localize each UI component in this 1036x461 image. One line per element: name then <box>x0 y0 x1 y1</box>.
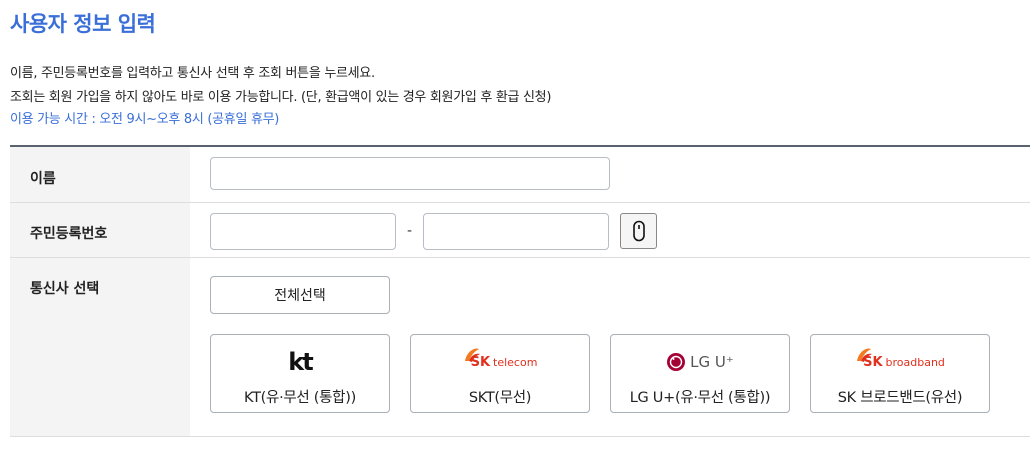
carrier-skbroadband-button[interactable]: SK broadband SK 브로드밴드(유선) <box>810 334 990 413</box>
instruction-line-2: 조회는 회원 가입을 하지 않아도 바로 이용 가능합니다. (단, 환급액이 … <box>10 90 552 105</box>
rrn-label: 주민등록번호 <box>10 203 190 257</box>
carrier-lguplus-label: LG U+(유·무선 (통합)) <box>629 390 771 406</box>
rrn-row: 주민등록번호 - <box>10 203 1030 258</box>
user-info-form: 이름 주민등록번호 - 통신사 선택 전체선택 kt KT(유·무선 (통합)) <box>10 145 1030 437</box>
keypad-icon <box>632 220 645 242</box>
carrier-kt-button[interactable]: kt KT(유·무선 (통합)) <box>210 334 390 413</box>
service-hours: 이용 가능 시간 : 오전 9시~오후 8시 (공휴일 휴무) <box>10 112 280 127</box>
carrier-skbroadband-label: SK 브로드밴드(유선) <box>837 390 963 406</box>
name-label: 이름 <box>10 147 190 202</box>
instruction-line-1: 이름, 주민등록번호를 입력하고 통신사 선택 후 조회 버튼을 누르세요. <box>10 66 375 81</box>
carrier-kt-label: KT(유·무선 (통합)) <box>244 390 356 406</box>
name-row: 이름 <box>10 147 1030 203</box>
carrier-skt-button[interactable]: SK telecom SKT(무선) <box>410 334 590 413</box>
skt-logo-icon: SK telecom <box>463 346 537 378</box>
sk-broadband-logo-icon: SK broadband <box>855 346 945 378</box>
select-all-button[interactable]: 전체선택 <box>210 276 390 314</box>
secure-keypad-button[interactable] <box>620 213 657 249</box>
carrier-label: 통신사 선택 <box>10 258 190 436</box>
rrn-back-input[interactable] <box>423 213 609 250</box>
carrier-row: 통신사 선택 전체선택 kt KT(유·무선 (통합)) SK telecom … <box>10 258 1030 436</box>
kt-logo-icon: kt <box>288 348 313 376</box>
lg-uplus-logo-icon: LG U⁺ <box>666 346 734 378</box>
name-input[interactable] <box>210 157 610 190</box>
rrn-separator: - <box>407 223 413 239</box>
carrier-lguplus-button[interactable]: LG U⁺ LG U+(유·무선 (통합)) <box>610 334 790 413</box>
rrn-front-input[interactable] <box>210 213 396 250</box>
page-title: 사용자 정보 입력 <box>10 12 156 36</box>
carrier-skt-label: SKT(무선) <box>468 390 532 406</box>
